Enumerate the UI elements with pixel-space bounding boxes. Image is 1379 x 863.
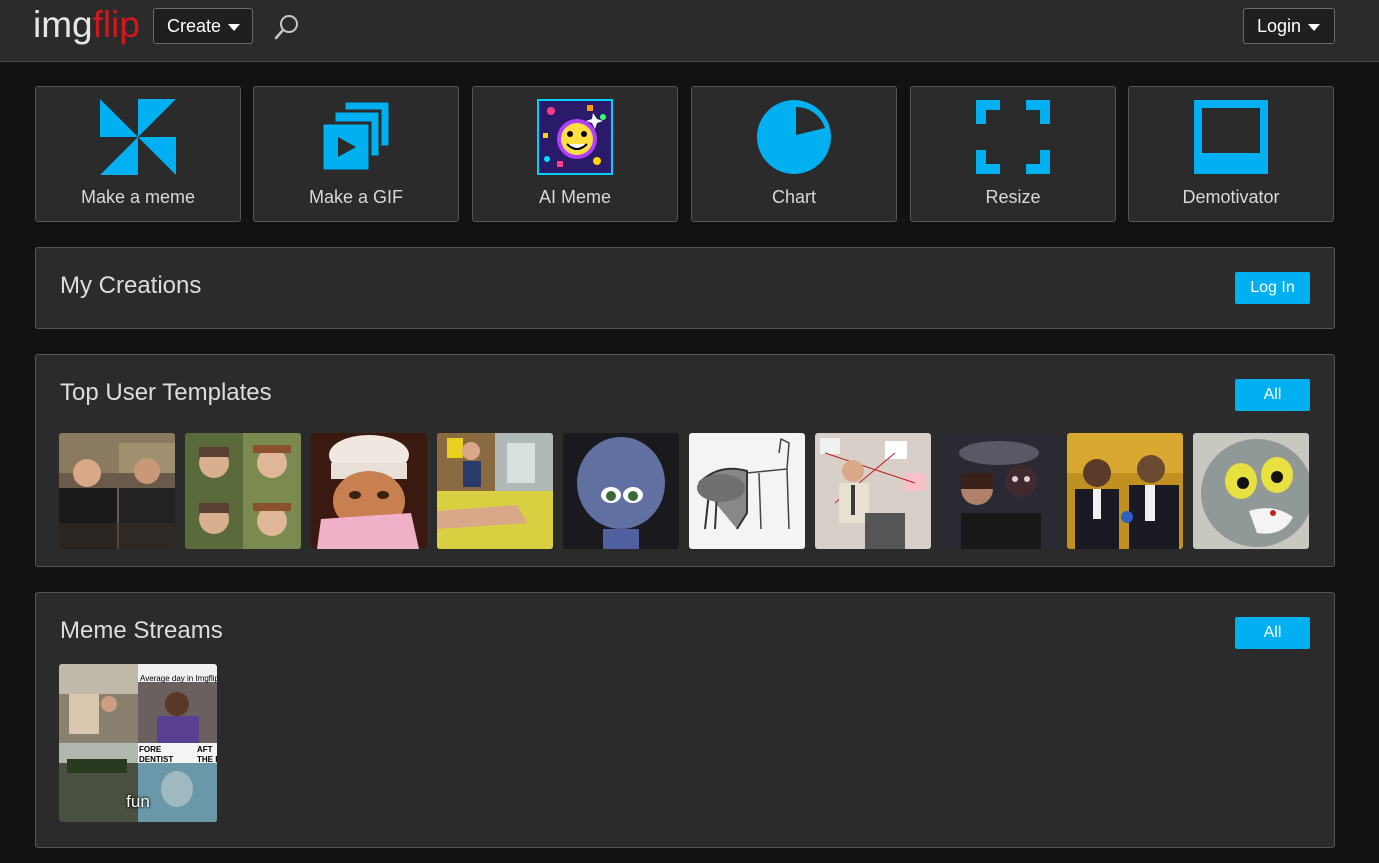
tool-demotivator[interactable]: Demotivator [1128,86,1334,222]
tool-label: AI Meme [538,187,612,207]
ai-meme-icon [537,99,613,175]
login-label: Login [1257,15,1302,36]
tool-label: Demotivator [1182,187,1280,207]
panel-title: My Creations [60,272,202,299]
demotivator-frame-icon [1194,100,1268,174]
tool-label: Resize [985,187,1041,207]
pinwheel-icon [100,99,176,175]
template-thumbnail[interactable] [563,433,679,549]
all-templates-button[interactable]: All [1235,379,1310,411]
gif-stack-icon [320,99,392,173]
imgflip-logo[interactable]: imgflip [33,4,140,46]
meme-streams-panel: Meme Streams All Average day in Imgflip … [35,592,1335,848]
template-thumbnail[interactable] [59,433,175,549]
top-user-templates-panel: Top User Templates All [35,354,1335,567]
template-thumbnail[interactable] [311,433,427,549]
all-streams-button[interactable]: All [1235,617,1310,649]
tool-resize[interactable]: Resize [910,86,1116,222]
pie-chart-icon [757,100,831,174]
template-thumbnail[interactable] [689,433,805,549]
stream-caption-top: Average day in Imgflip [140,674,217,683]
panel-title: Meme Streams [60,617,223,644]
search-icon[interactable] [273,13,301,41]
chevron-down-icon [1308,23,1321,31]
tool-make-a-gif[interactable]: Make a GIF [253,86,459,222]
tool-ai-meme[interactable]: AI Meme [472,86,678,222]
my-creations-panel: My Creations Log In [35,247,1335,329]
stream-label: fun [126,792,150,811]
tool-chart[interactable]: Chart [691,86,897,222]
log-in-button[interactable]: Log In [1235,272,1310,304]
stream-caption-right: AFT THE DE [197,745,217,764]
template-thumbnail[interactable] [1067,433,1183,549]
template-thumbnail[interactable] [1193,433,1309,549]
resize-corners-icon [976,100,1050,174]
template-thumbnail[interactable] [815,433,931,549]
panel-title: Top User Templates [60,379,272,406]
tool-label: Make a GIF [308,187,404,207]
tool-make-a-meme[interactable]: Make a meme [35,86,241,222]
login-menu-button[interactable]: Login [1243,8,1335,44]
tool-label: Chart [771,187,816,207]
tool-label: Make a meme [80,187,196,207]
template-thumbnail[interactable] [941,433,1057,549]
stream-caption-left: FORE DENTIST [139,745,174,764]
template-thumbnail[interactable] [185,433,301,549]
create-menu-button[interactable]: Create [153,8,253,44]
chevron-down-icon [228,23,241,31]
create-label: Create [167,15,222,36]
top-bar: imgflip Create Login [0,0,1379,62]
template-thumbnail[interactable] [437,433,553,549]
stream-tile-fun[interactable]: Average day in Imgflip FORE DENTIST AFT … [59,664,217,822]
